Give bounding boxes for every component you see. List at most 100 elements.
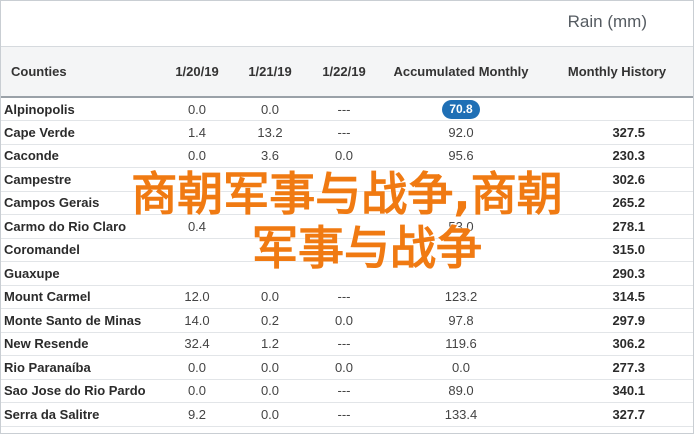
table-header-row: Counties 1/20/19 1/21/19 1/22/19 Accumul… [1, 47, 693, 98]
day-1-cell [161, 191, 233, 215]
column-header-day-3[interactable]: 1/22/19 [307, 47, 381, 98]
table-row: Mount Carmel 12.0 0.0 --- 123.2 314.5 [1, 285, 693, 309]
day-1-cell: 1.4 [161, 120, 233, 145]
day-2-cell: 3.6 [233, 144, 307, 168]
county-cell: Campestre [1, 167, 161, 192]
history-cell: 290.3 [541, 261, 693, 286]
day-1-cell: 9.2 [161, 402, 233, 427]
history-cell: 277.3 [541, 355, 693, 380]
column-header-accumulated[interactable]: Accumulated Monthly [381, 47, 541, 98]
accumulated-cell: 70.8 [381, 97, 541, 121]
county-cell: Alpinopolis [1, 97, 161, 121]
day-2-cell [233, 167, 307, 192]
history-cell: 340.1 [541, 379, 693, 403]
table-row: Monte Santo de Minas 14.0 0.2 0.0 97.8 297.9 [1, 308, 693, 333]
county-cell: Carmo do Rio Claro [1, 214, 161, 239]
accumulated-cell: 0.0 [381, 355, 541, 380]
day-1-cell [161, 167, 233, 192]
table-body: Alpinopolis 0.0 0.0 --- 70.8 Cape Verde 1.4 13.… [1, 97, 693, 427]
day-3-cell: --- [307, 379, 381, 403]
day-3-cell: --- [307, 332, 381, 356]
history-cell [541, 97, 693, 121]
column-header-day-1[interactable]: 1/20/19 [161, 47, 233, 98]
day-3-cell [307, 238, 381, 262]
accumulated-cell: 123.2 [381, 285, 541, 309]
day-3-cell [307, 214, 381, 239]
rain-table-widget: Rain (mm) Counties 1/20/19 1/21/19 1/22/… [0, 0, 694, 434]
day-2-cell [233, 214, 307, 239]
day-1-cell: 32.4 [161, 332, 233, 356]
day-1-cell: 0.0 [161, 379, 233, 403]
highlight-badge: 70.8 [442, 99, 480, 119]
accumulated-cell [381, 167, 541, 192]
county-cell: Sao Jose do Rio Pardo [1, 379, 161, 403]
table-row: New Resende 32.4 1.2 --- 119.6 306.2 [1, 332, 693, 356]
column-header-day-2[interactable]: 1/21/19 [233, 47, 307, 98]
table-row: Coromandel 315.0 [1, 238, 693, 262]
table-row: Guaxupe 290.3 [1, 261, 693, 286]
table-row: Campestre 302.6 [1, 167, 693, 192]
day-3-cell: 0.0 [307, 355, 381, 380]
county-cell: Campos Gerais [1, 191, 161, 215]
history-cell: 327.7 [541, 402, 693, 427]
day-3-cell: --- [307, 97, 381, 121]
history-cell: 278.1 [541, 214, 693, 239]
day-3-cell [307, 167, 381, 192]
accumulated-cell [381, 238, 541, 262]
accumulated-cell: 95.6 [381, 144, 541, 168]
day-2-cell [233, 238, 307, 262]
county-cell: Monte Santo de Minas [1, 308, 161, 333]
table-row: Cape Verde 1.4 13.2 --- 92.0 327.5 [1, 120, 693, 145]
day-2-cell: 0.0 [233, 285, 307, 309]
column-header-counties[interactable]: Counties [1, 47, 161, 98]
day-3-cell: --- [307, 402, 381, 427]
table-row: Caconde 0.0 3.6 0.0 95.6 230.3 [1, 144, 693, 168]
county-cell: Caconde [1, 144, 161, 168]
history-cell: 306.2 [541, 332, 693, 356]
day-2-cell: 0.0 [233, 355, 307, 380]
day-2-cell: 13.2 [233, 120, 307, 145]
day-1-cell: 14.0 [161, 308, 233, 333]
accumulated-cell [381, 261, 541, 286]
day-1-cell [161, 238, 233, 262]
day-1-cell: 0.0 [161, 144, 233, 168]
history-cell: 297.9 [541, 308, 693, 333]
day-2-cell [233, 261, 307, 286]
history-cell: 315.0 [541, 238, 693, 262]
day-3-cell: 0.0 [307, 308, 381, 333]
day-2-cell: 0.0 [233, 97, 307, 121]
accumulated-cell: 92.0 [381, 120, 541, 145]
table-caption: Rain (mm) [1, 1, 693, 47]
history-cell: 327.5 [541, 120, 693, 145]
day-3-cell: 0.0 [307, 144, 381, 168]
day-2-cell [233, 191, 307, 215]
day-1-cell: 0.0 [161, 97, 233, 121]
day-2-cell: 0.2 [233, 308, 307, 333]
column-header-history[interactable]: Monthly History [541, 47, 693, 98]
table-row: Sao Jose do Rio Pardo 0.0 0.0 --- 89.0 340.1 [1, 379, 693, 403]
accumulated-cell: 97.8 [381, 308, 541, 333]
county-cell: Rio Paranaíba [1, 355, 161, 380]
county-cell: Serra da Salitre [1, 402, 161, 427]
day-3-cell: --- [307, 285, 381, 309]
day-3-cell [307, 261, 381, 286]
day-1-cell: 12.0 [161, 285, 233, 309]
history-cell: 230.3 [541, 144, 693, 168]
county-cell: Guaxupe [1, 261, 161, 286]
table-row: Serra da Salitre 9.2 0.0 --- 133.4 327.7 [1, 402, 693, 427]
county-cell: Mount Carmel [1, 285, 161, 309]
history-cell: 314.5 [541, 285, 693, 309]
table-row: Alpinopolis 0.0 0.0 --- 70.8 [1, 97, 693, 121]
day-3-cell [307, 191, 381, 215]
accumulated-cell: 119.6 [381, 332, 541, 356]
accumulated-cell: 133.4 [381, 402, 541, 427]
day-2-cell: 1.2 [233, 332, 307, 356]
day-1-cell: 0.4 [161, 214, 233, 239]
county-cell: Coromandel [1, 238, 161, 262]
accumulated-cell: 89.0 [381, 379, 541, 403]
caption-text: Rain (mm) [567, 12, 647, 31]
day-1-cell [161, 261, 233, 286]
day-3-cell: --- [307, 120, 381, 145]
day-1-cell: 0.0 [161, 355, 233, 380]
accumulated-cell: 53.0 [381, 214, 541, 239]
